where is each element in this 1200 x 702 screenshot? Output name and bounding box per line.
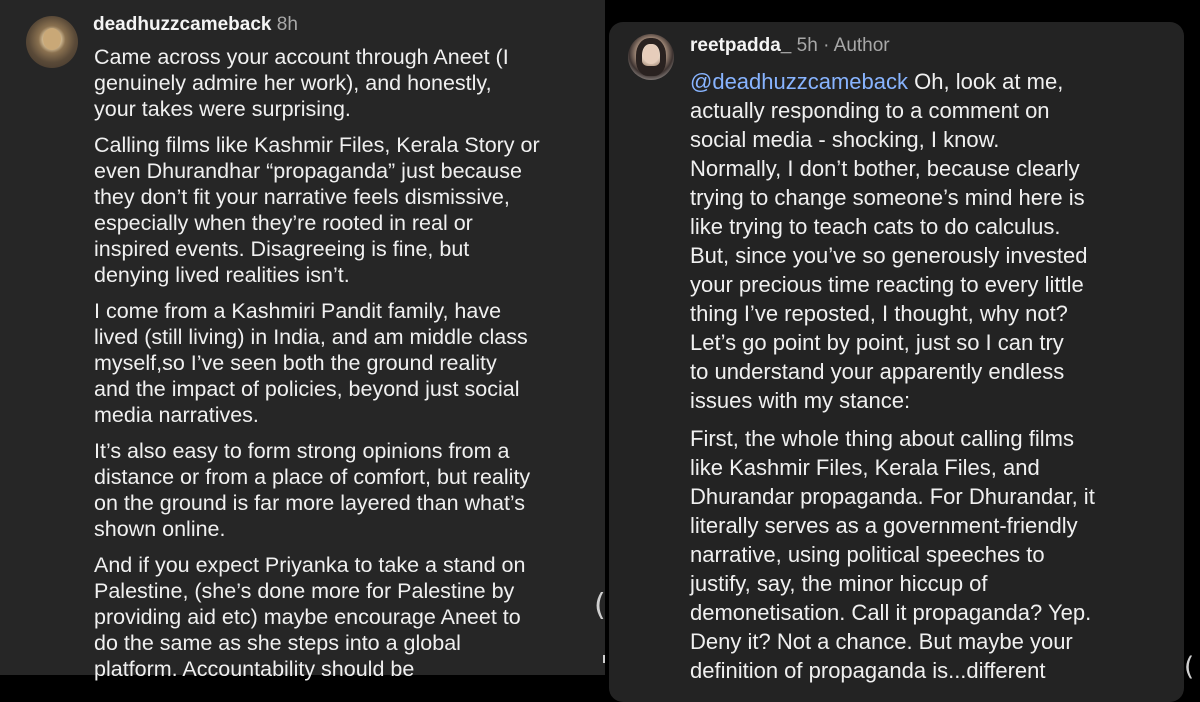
comment-line: thing I’ve reposted, I thought, why not?	[690, 301, 1068, 326]
comment-line: Let’s go point by point, just so I can t…	[690, 330, 1064, 355]
comment-line: issues with my stance:	[690, 388, 911, 413]
comment-line: But, since you’ve so generously invested	[690, 243, 1088, 268]
comment-line: I come from a Kashmiri Pandit family, ha…	[94, 299, 502, 323]
commenter-avatar[interactable]	[26, 16, 78, 68]
right-comment-body: @deadhuzzcameback Oh, look at me, actual…	[690, 67, 1180, 694]
comment-line: platform. Accountability should be	[94, 657, 415, 681]
comment-paragraph: I come from a Kashmiri Pandit family, ha…	[94, 298, 599, 428]
comment-line: especially when they’re rooted in real o…	[94, 211, 473, 235]
comment-line: demonetisation. Call it propaganda? Yep.	[690, 600, 1092, 625]
comment-line: like Kashmir Files, Kerala Files, and	[690, 455, 1040, 480]
comment-line: Came across your account through Aneet (…	[94, 45, 509, 69]
comment-paragraph: @deadhuzzcameback Oh, look at me, actual…	[690, 67, 1180, 415]
comment-line: justify, say, the minor hiccup of	[690, 571, 988, 596]
comment-line: lived (still living) in India, and am mi…	[94, 325, 528, 349]
comment-line: Normally, I don’t bother, because clearl…	[690, 156, 1080, 181]
comment-line: Deny it? Not a chance. But maybe your	[690, 629, 1073, 654]
comment-line: Dhurandar propaganda. For Dhurandar, it	[690, 484, 1095, 509]
comment-line: do the same as she steps into a global	[94, 631, 461, 655]
comment-line: @deadhuzzcameback Oh, look at me,	[690, 67, 1180, 96]
comment-line: Palestine, (she’s done more for Palestin…	[94, 579, 515, 603]
comment-paragraph: Came across your account through Aneet (…	[94, 44, 599, 122]
comment-line: myself,so I’ve seen both the ground real…	[94, 351, 497, 375]
comment-line: even Dhurandhar “propaganda” just becaus…	[94, 159, 522, 183]
comment-line: Calling films like Kashmir Files, Kerala…	[94, 133, 540, 157]
comment-line: literally serves as a government-friendl…	[690, 513, 1078, 538]
comment-line: And if you expect Priyanka to take a sta…	[94, 553, 526, 577]
divider-mark	[603, 655, 605, 663]
comment-line: your takes were surprising.	[94, 97, 351, 121]
comment-line: on the ground is far more layered than w…	[94, 491, 526, 515]
comment-text: Oh, look at me,	[908, 69, 1064, 94]
comment-line: denying lived realities isn’t.	[94, 263, 350, 287]
comment-line: to understand your apparently endless	[690, 359, 1065, 384]
comment-line: inspired events. Disagreeing is fine, bu…	[94, 237, 470, 261]
comment-line: your precious time reacting to every lit…	[690, 272, 1084, 297]
left-comment-body: Came across your account through Aneet (…	[94, 44, 599, 692]
comment-line: It’s also easy to form strong opinions f…	[94, 439, 510, 463]
comment-line: trying to change someone’s mind here is	[690, 185, 1085, 210]
mention-link[interactable]: @deadhuzzcameback	[690, 69, 908, 94]
partial-reply-icon[interactable]: (	[594, 588, 606, 623]
comment-line: genuinely admire her work), and honestly…	[94, 71, 492, 95]
comment-paragraph: It’s also easy to form strong opinions f…	[94, 438, 599, 542]
avatar-face	[43, 28, 61, 50]
author-username[interactable]: reetpadda_	[690, 35, 791, 56]
meta-separator: ·	[823, 35, 830, 56]
comment-line: media narratives.	[94, 403, 259, 427]
comment-line: shown online.	[94, 517, 226, 541]
avatar-face	[643, 44, 659, 64]
comment-paragraph: First, the whole thing about calling fil…	[690, 424, 1180, 685]
comment-line: they don’t fit your narrative feels dism…	[94, 185, 510, 209]
comment-line: like trying to teach cats to do calculus…	[690, 214, 1061, 239]
right-comment-header: reetpadda_ 5h · Author	[690, 35, 890, 57]
comment-line: social media - shocking, I know.	[690, 127, 1000, 152]
comment-line: First, the whole thing about calling fil…	[690, 426, 1074, 451]
comment-line: and the impact of policies, beyond just …	[94, 377, 520, 401]
comment-paragraph: Calling films like Kashmir Files, Kerala…	[94, 132, 599, 288]
comment-line: distance or from a place of comfort, but…	[94, 465, 531, 489]
left-comment-header: deadhuzzcameback 8h	[93, 14, 298, 36]
author-badge: Author	[833, 35, 890, 56]
comment-time: 8h	[276, 14, 298, 35]
comment-paragraph: And if you expect Priyanka to take a sta…	[94, 552, 599, 682]
comment-time: 5h	[796, 35, 818, 56]
comment-line: providing aid etc) maybe encourage Aneet…	[94, 605, 521, 629]
comment-line: definition of propaganda is...different	[690, 658, 1046, 683]
partial-reply-icon[interactable]: (	[1184, 652, 1194, 682]
comment-line: actually responding to a comment on	[690, 98, 1050, 123]
commenter-username[interactable]: deadhuzzcameback	[93, 14, 271, 35]
author-avatar[interactable]	[628, 34, 674, 80]
comment-line: narrative, using political speeches to	[690, 542, 1045, 567]
